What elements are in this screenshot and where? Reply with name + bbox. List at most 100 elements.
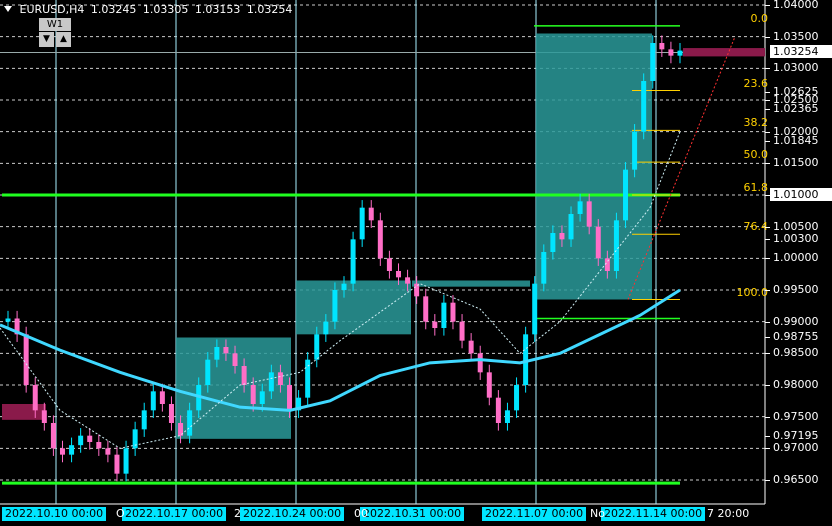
candle-body-31 [287, 385, 293, 411]
candle-body-16 [150, 391, 156, 411]
candle-body-0 [5, 318, 11, 322]
time-tick-2: 2022.10.24 00:00 [240, 507, 345, 521]
price-tick-mark-0 [765, 5, 770, 6]
price-tick-mark-21 [765, 480, 770, 481]
price-tick-12: 1.00000 [773, 251, 819, 265]
price-tick-mark-2 [765, 68, 770, 70]
zone-3 [412, 280, 530, 287]
time-fragment-4: 7 20:00 [707, 507, 750, 520]
fibo-label-5: 76.4 [743, 220, 769, 234]
price-tick-13: 0.99500 [773, 283, 819, 296]
candle-body-26 [241, 366, 247, 385]
chart-header: EURUSD,H4 1.03245 1.03305 1.03153 1.0325… [4, 3, 295, 16]
price-tick-17: 0.98000 [773, 378, 819, 391]
candle-body-48 [441, 302, 447, 328]
high-price: 1.03305 [142, 3, 189, 16]
zone-red-right [683, 48, 765, 57]
price-tick-mark-11 [765, 239, 770, 241]
symbol-label: EURUSD,H4 [19, 3, 85, 16]
price-tick-16: 0.98500 [773, 346, 819, 360]
price-tick-21: 0.96500 [773, 473, 819, 486]
price-tick-mark-6 [765, 131, 770, 133]
candle-body-37 [341, 283, 347, 290]
candle-body-4 [41, 410, 47, 423]
candle-body-18 [168, 404, 174, 423]
price-tick-19: 0.97195 [773, 428, 819, 442]
price-tick-mark-14 [765, 321, 770, 323]
candle-body-69 [632, 131, 638, 170]
time-fragment-0: O [116, 507, 125, 520]
price-tick-10: 1.00500 [773, 219, 819, 233]
price-tick-0: 1.04000 [773, 0, 819, 11]
candle-body-15 [141, 410, 147, 430]
candle-body-54 [495, 397, 501, 423]
candle-body-9 [87, 435, 93, 442]
candle-body-64 [586, 201, 592, 227]
open-price: 1.03245 [90, 3, 137, 16]
candle-body-29 [268, 372, 274, 392]
price-tick-mark-9 [765, 195, 770, 196]
price-tick-mark-20 [765, 448, 770, 450]
fibo-label-4: 61.8 [743, 181, 769, 194]
candle-body-35 [323, 321, 329, 335]
candle-body-2 [23, 334, 29, 385]
candle-body-70 [641, 81, 647, 132]
price-tick-11: 1.00300 [773, 232, 819, 246]
price-tick-mark-19 [765, 435, 770, 437]
candle-body-11 [105, 448, 111, 455]
fibo-label-0: 0.0 [750, 11, 769, 25]
candle-body-55 [504, 410, 510, 423]
candle-body-22 [205, 359, 211, 385]
time-fragment-1: 2 [234, 507, 241, 520]
candle-body-65 [595, 226, 601, 259]
candle-body-71 [650, 43, 656, 81]
candle-body-3 [32, 385, 38, 411]
candle-body-36 [332, 290, 338, 322]
candle-body-7 [69, 445, 75, 455]
candle-body-72 [659, 43, 665, 50]
candle-body-39 [359, 207, 365, 240]
price-tick-mark-13 [765, 290, 770, 291]
time-tick-3: 2022.10.31 00:00 [360, 507, 465, 521]
candle-body-34 [314, 334, 320, 360]
candle-body-6 [59, 448, 65, 455]
candle-body-28 [259, 391, 265, 404]
time-tick-1: 2022.10.17 00:00 [122, 507, 227, 521]
price-tick-mark-1 [765, 36, 770, 38]
candle-body-30 [277, 372, 283, 385]
candle-body-20 [187, 410, 193, 436]
price-tick-mark-16 [765, 353, 770, 355]
timeframe-up-button[interactable]: ▲ [56, 32, 71, 47]
candle-body-40 [368, 207, 374, 221]
price-tick-mark-5 [765, 108, 770, 110]
candle-body-56 [514, 385, 520, 411]
candle-body-25 [232, 353, 238, 366]
candle-body-68 [623, 169, 629, 221]
fibo-label-3: 50.0 [743, 148, 769, 162]
candle-body-63 [577, 201, 583, 214]
menu-triangle-icon[interactable] [4, 6, 12, 12]
candle-body-41 [377, 220, 383, 259]
price-tick-mark-12 [765, 258, 770, 260]
candle-body-74 [677, 50, 683, 56]
candle-body-5 [50, 423, 56, 449]
current-price-tag: 1.03254 [770, 45, 832, 59]
time-tick-4: 2022.11.07 00:00 [482, 507, 587, 521]
price-tick-2: 1.03000 [773, 61, 819, 75]
time-fragment-2: 00 [354, 507, 368, 520]
candle-body-23 [214, 347, 220, 360]
price-tick-mark-10 [765, 226, 770, 228]
timeframe-switcher: W1 ▼ ▲ [39, 18, 71, 48]
candle-body-49 [450, 302, 456, 322]
timeframe-down-button[interactable]: ▼ [39, 32, 54, 47]
candle-body-45 [414, 283, 420, 297]
candle-body-58 [532, 283, 538, 335]
candle-body-61 [559, 233, 565, 240]
zone-red-left [2, 404, 46, 420]
price-tick-7: 1.01845 [773, 134, 819, 148]
candle-body-62 [568, 214, 574, 240]
candle-body-60 [550, 233, 556, 252]
candle-body-38 [350, 239, 356, 284]
price-tick-mark-8 [765, 163, 770, 165]
fibo-label-6: 100.0 [736, 285, 769, 299]
